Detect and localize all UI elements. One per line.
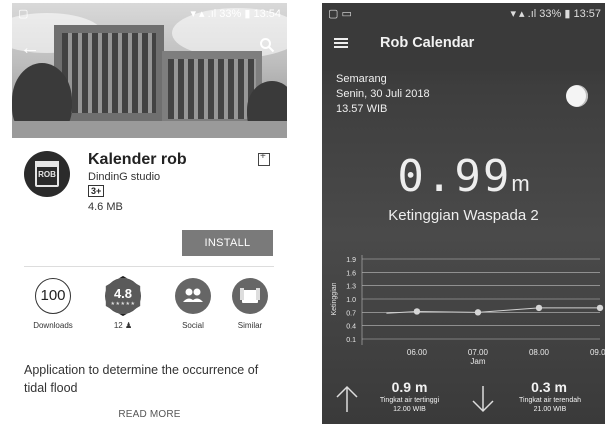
min-water-label: Tingkat air terendah xyxy=(519,397,581,404)
alert-status: Ketinggian Waspada 2 xyxy=(388,207,539,224)
min-water-level: 0.3 m xyxy=(531,379,567,395)
app-hero-image xyxy=(12,3,287,138)
status-right: ▾ ▴ .ıl 33% ▮ 13:54 xyxy=(190,8,281,20)
y-tick-label: 1.3 xyxy=(346,284,356,291)
downloads-badge: 100 xyxy=(35,278,71,314)
y-axis-label: Ketinggian xyxy=(331,282,338,315)
y-tick-label: 1.9 xyxy=(346,257,356,264)
current-date: Senin, 30 Juli 2018 xyxy=(336,88,430,100)
search-icon[interactable] xyxy=(259,37,275,53)
height-value: 0.99 xyxy=(397,151,512,202)
data-point xyxy=(413,308,421,315)
app-title: Rob Calendar xyxy=(380,35,475,51)
theme-toggle[interactable] xyxy=(566,85,588,107)
y-tick-label: 0.1 xyxy=(346,337,356,344)
building-windows xyxy=(62,33,156,113)
rating-stars-icon: ★★★★★ xyxy=(110,301,136,307)
data-point xyxy=(474,309,482,316)
x-tick-label: 06.00 xyxy=(407,348,428,357)
app-icon-text: ROB xyxy=(38,170,56,179)
people-icon xyxy=(183,288,203,302)
install-button[interactable]: INSTALL xyxy=(182,230,273,256)
downloads-label: Downloads xyxy=(33,321,73,330)
downloads-stat: 100 Downloads xyxy=(28,278,78,330)
play-store-screen: ▢ ▾ ▴ .ıl 33% ▮ 13:54 ← ROB Kalender rob… xyxy=(12,3,287,424)
divider xyxy=(24,266,274,267)
rating-badge: 4.8 ★★★★★ xyxy=(105,276,141,316)
rob-calendar-screen: ▢ ▭ ▾ ▴ .ıl 33% ▮ 13:57 Rob Calendar Sem… xyxy=(322,3,605,424)
app-icon: ROB xyxy=(24,151,70,197)
content-rating-badge: 3+ xyxy=(88,185,105,197)
water-level-chart: 1.9 1.6 1.3 1.0 0.7 0.4 0.1 06.00 07.00 08.00 09.… xyxy=(331,255,605,366)
similar-label: Similar xyxy=(237,321,263,330)
road xyxy=(12,121,287,138)
stacked-cards-icon xyxy=(240,288,260,303)
height-unit: m xyxy=(511,171,530,196)
y-tick-label: 0.7 xyxy=(346,310,356,317)
notification-icon: ▢ ▭ xyxy=(328,8,352,20)
rating-stat[interactable]: 4.8 ★★★★★ 12 ♟ xyxy=(98,276,148,330)
current-water-height: 0.99m xyxy=(322,151,605,202)
status-right: ▾ ▴ .ıl 33% ▮ 13:57 xyxy=(510,8,601,20)
rating-value: 4.8 xyxy=(113,286,133,301)
status-bar: ▢ ▾ ▴ .ıl 33% ▮ 13:54 xyxy=(12,3,287,23)
wishlist-icon[interactable] xyxy=(258,151,270,166)
social-stat[interactable]: Social xyxy=(168,278,218,330)
rating-count: 12 ♟ xyxy=(113,321,133,330)
x-tick-label: 07.00 xyxy=(468,348,489,357)
data-point xyxy=(596,304,604,312)
building-windows xyxy=(168,59,256,119)
data-point xyxy=(535,304,543,312)
status-bar: ▢ ▭ ▾ ▴ .ıl 33% ▮ 13:57 xyxy=(322,3,605,23)
x-axis-label: Jam xyxy=(470,357,485,366)
min-water-time: 21.00 WIB xyxy=(533,406,567,413)
arrow-up-icon xyxy=(336,385,358,412)
app-description: Application to determine the occurrence … xyxy=(24,363,259,395)
app-title: Kalender rob xyxy=(88,151,187,168)
similar-stat[interactable]: Similar xyxy=(225,278,275,330)
social-icon xyxy=(175,278,211,314)
max-water-time: 12.00 WIB xyxy=(393,406,426,413)
chart-gridlines xyxy=(361,255,600,345)
back-arrow-icon[interactable]: ← xyxy=(20,37,40,60)
max-water-level: 0.9 m xyxy=(391,379,428,395)
app-size: 4.6 MB xyxy=(88,201,123,213)
arrow-down-icon xyxy=(472,386,494,413)
read-more-button[interactable]: READ MORE xyxy=(12,409,287,420)
social-label: Social xyxy=(182,321,204,330)
y-axis-ticks: 1.9 1.6 1.3 1.0 0.7 0.4 0.1 xyxy=(346,257,356,344)
x-axis-ticks: 06.00 07.00 08.00 09.00 xyxy=(407,348,605,357)
x-tick-label: 08.00 xyxy=(529,348,550,357)
hamburger-menu-icon[interactable] xyxy=(334,38,348,48)
notification-icon: ▢ xyxy=(18,8,29,20)
max-water-label: Tingkat air tertinggi xyxy=(379,397,440,404)
current-time: 13.57 WIB xyxy=(336,103,388,115)
app-bar: Rob Calendar xyxy=(322,23,605,67)
y-tick-label: 1.6 xyxy=(346,270,356,277)
x-tick-label: 09.00 xyxy=(590,348,605,357)
y-tick-label: 0.4 xyxy=(346,324,356,331)
location-city: Semarang xyxy=(336,73,387,85)
similar-icon xyxy=(232,278,268,314)
y-tick-label: 1.0 xyxy=(346,297,356,304)
developer-link[interactable]: DindinG studio xyxy=(88,171,160,183)
